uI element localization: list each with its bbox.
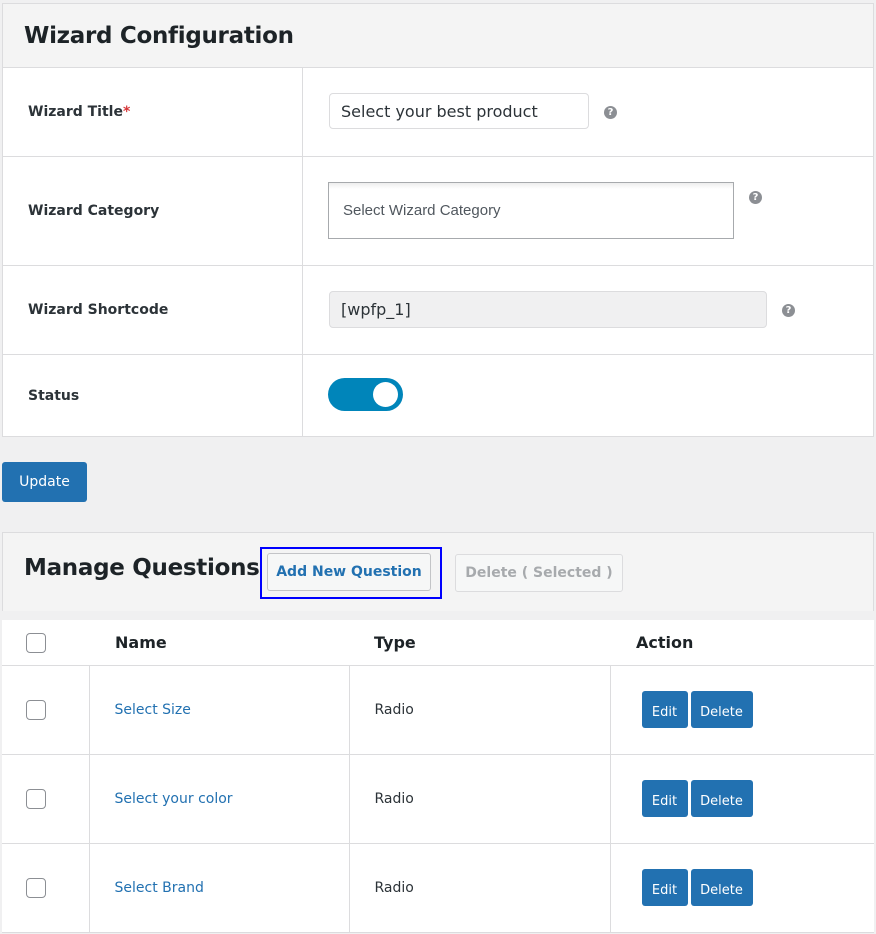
- delete-selected-button[interactable]: Delete ( Selected ): [455, 554, 623, 592]
- table-row: Select Brand Radio Edit Delete: [2, 843, 874, 933]
- toggle-knob: [373, 382, 398, 407]
- status-label: Status: [3, 355, 303, 436]
- delete-button[interactable]: Delete: [690, 869, 753, 906]
- table-header-row: Name Type Action: [2, 620, 874, 666]
- table-row: Select your color Radio Edit Delete: [2, 754, 874, 844]
- panel-header: Wizard Configuration: [3, 4, 873, 68]
- question-type: Radio: [374, 879, 414, 896]
- help-icon[interactable]: ?: [782, 304, 795, 317]
- panel-title: Wizard Configuration: [24, 22, 294, 49]
- wizard-title-label: Wizard Title *: [3, 68, 303, 156]
- question-name-link[interactable]: Select Brand: [115, 880, 204, 896]
- update-button[interactable]: Update: [2, 462, 87, 502]
- column-name[interactable]: Name: [89, 620, 349, 666]
- help-icon[interactable]: ?: [604, 106, 617, 119]
- edit-button[interactable]: Edit: [641, 691, 688, 728]
- edit-button[interactable]: Edit: [641, 780, 688, 817]
- wizard-shortcode-label: Wizard Shortcode: [3, 266, 303, 354]
- add-new-question-button[interactable]: Add New Question: [267, 553, 431, 591]
- manage-questions-header: Manage Questions Add New Question Delete…: [2, 532, 874, 611]
- required-marker: *: [122, 104, 131, 120]
- wizard-shortcode-row: Wizard Shortcode ?: [3, 266, 873, 355]
- wizard-title-row: Wizard Title* ?: [3, 68, 873, 157]
- row-checkbox[interactable]: [26, 877, 46, 898]
- category-placeholder: Select Wizard Category: [343, 202, 501, 219]
- wizard-shortcode-input[interactable]: [329, 291, 767, 328]
- manage-questions-title: Manage Questions: [24, 555, 260, 581]
- status-toggle[interactable]: [328, 378, 403, 411]
- question-name-link[interactable]: Select your color: [115, 791, 233, 807]
- table-row: Select Size Radio Edit Delete: [2, 665, 874, 755]
- question-type: Radio: [374, 701, 414, 718]
- wizard-configuration-panel: Wizard Configuration Wizard Title* ? Wiz…: [2, 3, 874, 437]
- question-name-link[interactable]: Select Size: [115, 702, 191, 718]
- row-checkbox[interactable]: [26, 788, 46, 809]
- wizard-title-input[interactable]: [329, 93, 589, 129]
- column-type[interactable]: Type: [349, 620, 610, 666]
- wizard-category-select[interactable]: Select Wizard Category: [328, 182, 734, 239]
- delete-button[interactable]: Delete: [690, 780, 753, 817]
- select-all-checkbox[interactable]: [26, 632, 46, 653]
- help-icon[interactable]: ?: [749, 191, 762, 204]
- question-type: Radio: [374, 790, 414, 807]
- row-checkbox[interactable]: [26, 699, 46, 720]
- delete-button[interactable]: Delete: [690, 691, 753, 728]
- wizard-category-label: Wizard Category: [3, 157, 303, 265]
- edit-button[interactable]: Edit: [641, 869, 688, 906]
- questions-table: Name Type Action Select Size Radio Edit D…: [2, 620, 874, 933]
- column-action: Action: [610, 620, 874, 666]
- wizard-category-row: Wizard Category Select Wizard Category ?: [3, 157, 873, 266]
- status-row: Status: [3, 355, 873, 436]
